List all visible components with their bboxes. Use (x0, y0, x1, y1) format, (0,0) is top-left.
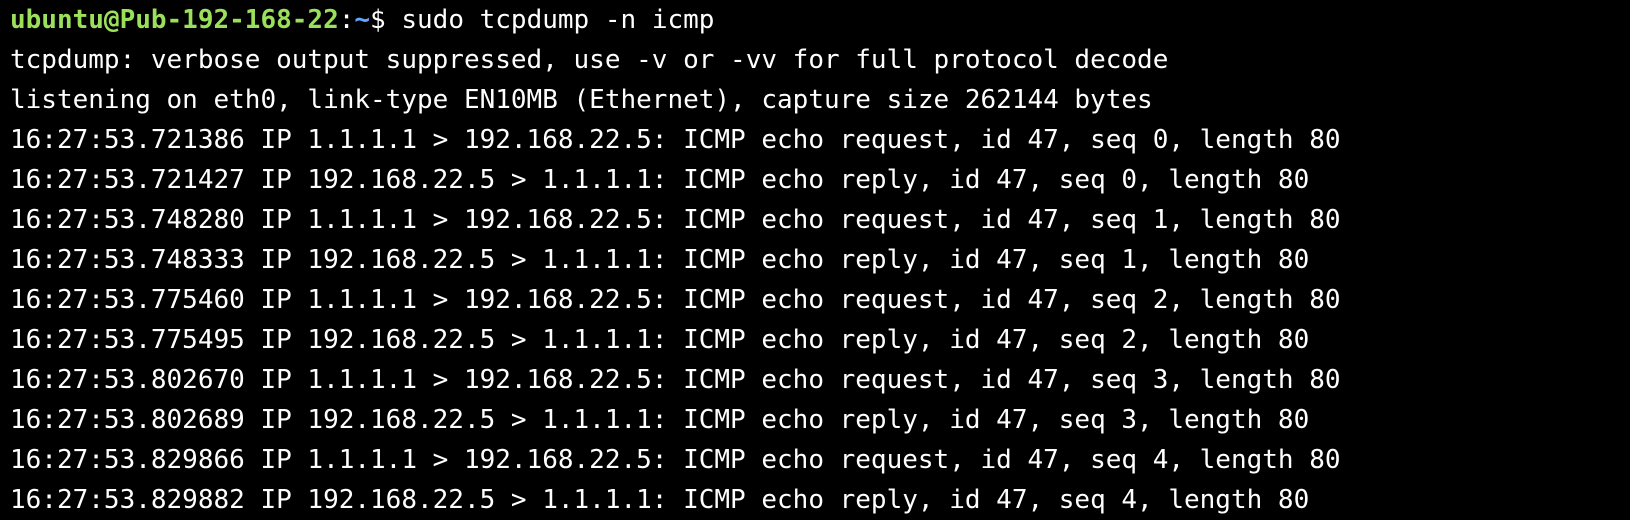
prompt-separator: : (338, 5, 355, 35)
output-line: 16:27:53.802689 IP 192.168.22.5 > 1.1.1.… (10, 405, 1310, 435)
terminal-window[interactable]: ubuntu@Pub-192-168-22:~$ sudo tcpdump -n… (0, 0, 1630, 520)
output-line: 16:27:53.802670 IP 1.1.1.1 > 192.168.22.… (10, 365, 1341, 395)
prompt-path: ~ (354, 5, 371, 35)
output-line: 16:27:53.829866 IP 1.1.1.1 > 192.168.22.… (10, 445, 1341, 475)
output-line: tcpdump: verbose output suppressed, use … (10, 45, 1169, 75)
output-line: 16:27:53.748333 IP 192.168.22.5 > 1.1.1.… (10, 245, 1310, 275)
output-line: 16:27:53.748280 IP 1.1.1.1 > 192.168.22.… (10, 205, 1341, 235)
output-line: 16:27:53.721386 IP 1.1.1.1 > 192.168.22.… (10, 125, 1341, 155)
output-line: 16:27:53.721427 IP 192.168.22.5 > 1.1.1.… (10, 165, 1310, 195)
output-line: listening on eth0, link-type EN10MB (Eth… (10, 85, 1153, 115)
output-line: 16:27:53.775495 IP 192.168.22.5 > 1.1.1.… (10, 325, 1310, 355)
command-text: sudo tcpdump -n icmp (401, 5, 715, 35)
prompt-user-host: ubuntu@Pub-192-168-22 (10, 5, 339, 35)
command-prompt-line: ubuntu@Pub-192-168-22:~$ sudo tcpdump -n… (10, 0, 1630, 40)
output-line: 16:27:53.775460 IP 1.1.1.1 > 192.168.22.… (10, 285, 1341, 315)
output-line: 16:27:53.829882 IP 192.168.22.5 > 1.1.1.… (10, 485, 1310, 515)
prompt-symbol: $ (370, 5, 402, 35)
